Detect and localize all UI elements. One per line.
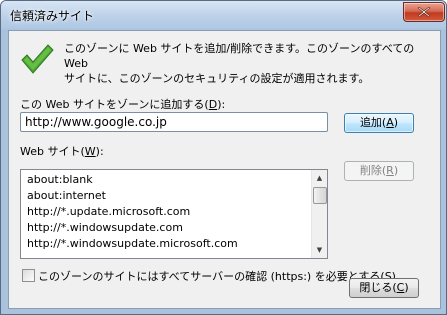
websites-label: Web サイト(W): bbox=[20, 145, 104, 158]
intro-line-1: このゾーンに Web サイトを追加/削除できます。このゾーンのすべての Web bbox=[64, 42, 415, 70]
websites-scrollbar[interactable]: ▲ ▼ bbox=[311, 170, 327, 258]
triangle-up-icon[interactable]: ▲ bbox=[312, 170, 327, 186]
intro-line-2: サイトに、このゾーンのセキュリティの設定が適用されます。 bbox=[64, 72, 370, 85]
dialog-body: このゾーンに Web サイトを追加/削除できます。このゾーンのすべての Web … bbox=[8, 30, 441, 309]
websites-listbox[interactable]: about:blank about:internet http://*.upda… bbox=[20, 169, 328, 259]
remove-button[interactable]: 削除(R) bbox=[344, 161, 414, 181]
close-button[interactable]: 閉じる(C) bbox=[349, 278, 419, 298]
window-close-button[interactable] bbox=[403, 2, 445, 22]
green-checkmark-icon bbox=[21, 44, 54, 74]
list-item[interactable]: http://*.windowsupdate.microsoft.com bbox=[27, 237, 238, 250]
scroll-thumb[interactable] bbox=[313, 187, 327, 204]
list-item[interactable]: http://*.windowsupdate.com bbox=[27, 221, 183, 234]
list-item[interactable]: about:blank bbox=[27, 173, 93, 186]
window-title: 信頼済みサイト bbox=[10, 9, 95, 23]
https-required-checkbox[interactable] bbox=[22, 269, 35, 282]
close-x-icon bbox=[418, 7, 430, 17]
add-button[interactable]: 追加(A) bbox=[344, 113, 414, 133]
list-item[interactable]: about:internet bbox=[27, 189, 106, 202]
https-required-label[interactable]: このゾーンのサイトにはすべてサーバーの確認 (https:) を必要とする(S) bbox=[38, 268, 396, 284]
trusted-sites-dialog: 信頼済みサイト このゾーンに Web サイトを追加/削除できます。このゾーンのす… bbox=[0, 0, 447, 315]
add-site-label: この Web サイトをゾーンに追加する(D): bbox=[20, 98, 226, 111]
title-bar[interactable]: 信頼済みサイト bbox=[1, 1, 446, 29]
add-site-input[interactable] bbox=[20, 112, 328, 132]
list-item[interactable]: http://*.update.microsoft.com bbox=[27, 205, 190, 218]
intro-text: このゾーンに Web サイトを追加/削除できます。このゾーンのすべての Web … bbox=[64, 41, 434, 86]
triangle-down-icon[interactable]: ▼ bbox=[312, 242, 327, 258]
